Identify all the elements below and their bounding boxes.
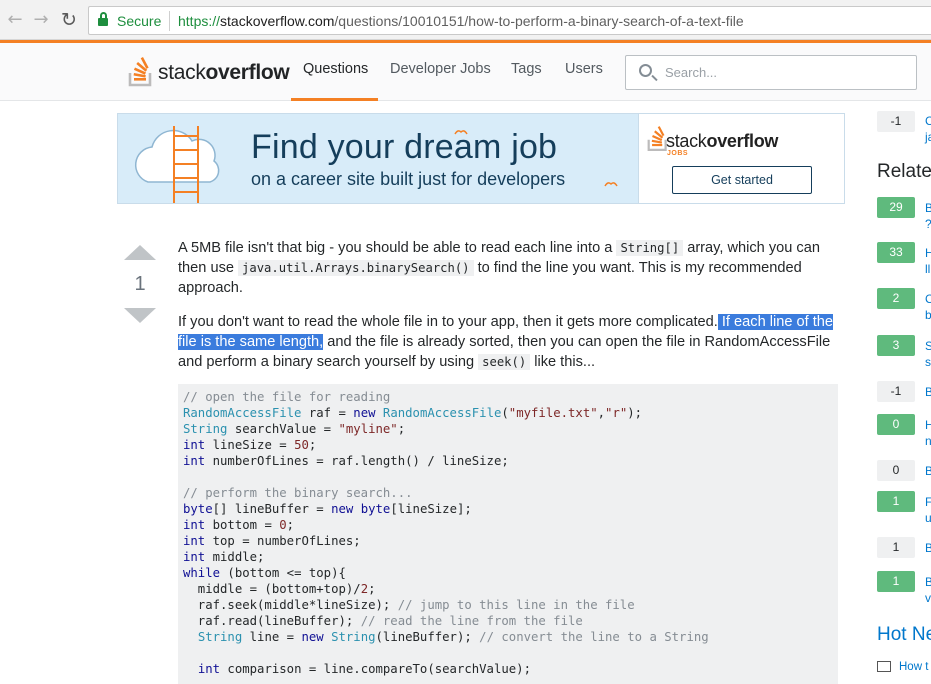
code-line: // perform the binary search... <box>183 486 413 500</box>
related-score-badge[interactable]: 2 <box>877 288 915 309</box>
code-line: int comparison = line.compareTo(searchVa… <box>197 662 531 676</box>
code-line: // open the file for reading <box>183 390 391 404</box>
get-started-button[interactable]: Get started <box>672 166 812 194</box>
search-input[interactable]: Search... <box>625 55 917 90</box>
jobs-ad-banner[interactable]: Find your dream job on a career site bui… <box>117 113 845 204</box>
ad-logo-jobs: JOBS <box>667 150 689 157</box>
reload-icon[interactable]: ↻ <box>57 8 81 32</box>
code-line: raf.read(lineBuffer); // read the line f… <box>183 614 583 628</box>
ad-cta-panel: stackoverflow JOBS Get started <box>638 114 844 203</box>
address-bar[interactable]: Secure https://stackoverflow.com/questio… <box>88 6 931 35</box>
code-line: RandomAccessFile raf = new RandomAccessF… <box>183 406 643 420</box>
search-placeholder: Search... <box>665 65 718 80</box>
back-arrow-icon[interactable]: ← <box>3 8 27 32</box>
related-question-link[interactable]: B <box>925 541 931 556</box>
related-score-badge[interactable]: -1 <box>877 381 915 402</box>
code-line: while (bottom <= top){ <box>183 566 346 580</box>
related-question-link[interactable]: B <box>925 575 931 590</box>
related-question-link-line2[interactable]: n <box>925 434 931 449</box>
related-question-link-line2[interactable]: v <box>925 591 931 606</box>
linked-question-score[interactable]: -1 <box>877 111 915 132</box>
ad-headline: Find your dream job <box>251 128 558 166</box>
related-question-link[interactable]: C <box>925 292 931 307</box>
related-question-link[interactable]: B <box>925 464 931 479</box>
related-question-link[interactable]: B <box>925 201 931 216</box>
code-block[interactable]: // open the file for reading RandomAccess… <box>178 384 838 684</box>
site-header: stackoverflow Questions Developer Jobs T… <box>0 40 931 101</box>
answer-paragraph-1: A 5MB file isn't that big - you should b… <box>178 240 820 296</box>
site-icon <box>877 661 891 672</box>
related-score-badge[interactable]: 3 <box>877 335 915 356</box>
related-score-badge[interactable]: 33 <box>877 242 915 263</box>
stack-logo-icon <box>128 57 152 87</box>
logo-text: stackoverflow <box>158 61 290 84</box>
nav-questions[interactable]: Questions <box>303 61 368 77</box>
downvote-arrow-icon[interactable] <box>124 308 156 323</box>
ad-logo-text: stackoverflow <box>666 131 779 151</box>
vote-count: 1 <box>134 273 146 295</box>
code-line: raf.seek(middle*lineSize); // jump to th… <box>183 598 635 612</box>
bird-icon-small <box>604 182 618 187</box>
code-line: int numberOfLines = raf.length() / lineS… <box>183 454 509 468</box>
hot-network-title[interactable]: Hot Ne <box>877 624 931 646</box>
ad-subheadline: on a career site built just for develope… <box>251 169 566 189</box>
bird-icon <box>454 130 468 135</box>
url-text[interactable]: https://stackoverflow.com/questions/1001… <box>178 13 744 29</box>
nav-developer-jobs[interactable]: Developer Jobs <box>390 61 491 77</box>
upvote-arrow-icon[interactable] <box>124 245 156 260</box>
linked-question-link[interactable]: C <box>925 114 931 129</box>
related-question-link-line2[interactable]: b <box>925 308 931 323</box>
related-question-link[interactable]: H <box>925 246 931 261</box>
address-separator <box>169 11 170 31</box>
related-score-badge[interactable]: 0 <box>877 414 915 435</box>
forward-arrow-icon[interactable]: → <box>29 8 53 32</box>
code-line: int top = numberOfLines; <box>183 534 361 548</box>
related-score-badge[interactable]: 1 <box>877 491 915 512</box>
related-question-link[interactable]: F <box>925 495 931 510</box>
inline-code: seek() <box>478 354 531 370</box>
search-icon <box>639 64 652 77</box>
secure-label: Secure <box>117 13 162 29</box>
related-score-badge[interactable]: 1 <box>877 571 915 592</box>
browser-toolbar: ← → ↻ Secure https://stackoverflow.com/q… <box>0 0 931 40</box>
code-line: byte[] lineBuffer = new byte[lineSize]; <box>183 502 472 516</box>
code-line: int lineSize = 50; <box>183 438 317 452</box>
code-line: String line = new String(lineBuffer); //… <box>197 630 709 644</box>
related-score-badge[interactable]: 29 <box>877 197 915 218</box>
nav-users[interactable]: Users <box>565 61 603 77</box>
lock-icon <box>98 12 108 27</box>
cloud-ladder-illustration <box>134 126 220 203</box>
code-line: String searchValue = "myline"; <box>183 422 406 436</box>
code-line: int middle; <box>183 550 265 564</box>
related-question-link-line2[interactable]: u <box>925 511 931 526</box>
related-title: Related <box>877 161 931 182</box>
inline-code: String[] <box>616 240 684 256</box>
nav-tags[interactable]: Tags <box>511 61 542 77</box>
related-question-link-line2[interactable]: ? <box>925 217 931 232</box>
inline-code: java.util.Arrays.binarySearch() <box>238 260 474 276</box>
related-score-badge[interactable]: 1 <box>877 537 915 558</box>
answer-paragraph-2: If you don't want to read the whole file… <box>178 314 834 370</box>
related-question-link[interactable]: S <box>925 339 931 354</box>
active-nav-indicator <box>291 98 378 101</box>
related-score-badge[interactable]: 0 <box>877 460 915 481</box>
code-line: middle = (bottom+top)/2; <box>183 582 376 596</box>
linked-question-link-line2[interactable]: ja <box>925 130 931 145</box>
related-question-link[interactable]: B <box>925 385 931 400</box>
related-question-link-line2[interactable]: s <box>925 355 931 370</box>
related-question-link[interactable]: H <box>925 418 931 433</box>
hot-question-link[interactable]: How t <box>899 661 928 673</box>
related-question-link-line2[interactable]: ll <box>925 262 930 277</box>
code-line: int bottom = 0; <box>183 518 295 532</box>
